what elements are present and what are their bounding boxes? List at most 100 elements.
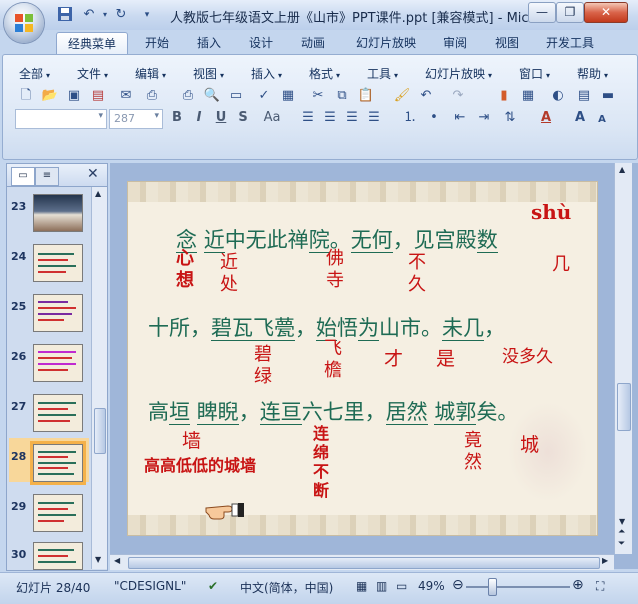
menu-tools[interactable]: 工具 ▾ — [367, 65, 398, 82]
tab-animation[interactable]: 动画 — [290, 32, 336, 54]
quick-print-icon[interactable]: ▭ — [227, 87, 245, 105]
save-icon[interactable] — [56, 6, 74, 24]
table-icon[interactable]: ▦ — [519, 87, 537, 105]
pane-scroll-thumb[interactable] — [94, 408, 106, 454]
scroll-down-icon[interactable]: ▼ — [95, 555, 101, 564]
language-status[interactable]: 中文(简体，中国) — [240, 579, 333, 596]
menu-slideshow[interactable]: 幻灯片放映 ▾ — [425, 65, 492, 82]
slide-thumbnail-29[interactable] — [33, 494, 83, 532]
undo-icon[interactable]: ↶ — [417, 87, 435, 105]
print-preview-icon[interactable]: 🔍 — [203, 87, 221, 105]
office-button[interactable] — [4, 3, 44, 43]
zoom-slider-track[interactable] — [466, 586, 570, 588]
slide-thumbnail-24[interactable] — [33, 244, 83, 282]
shrink-font-icon[interactable]: A — [593, 111, 611, 129]
tab-classic-menu[interactable]: 经典菜单 — [56, 32, 128, 55]
tab-design[interactable]: 设计 — [238, 32, 284, 54]
customize-quick-access-icon[interactable]: ▾ — [138, 6, 156, 24]
slide-thumbnail-28[interactable] — [33, 444, 83, 482]
pointing-hand-icon[interactable] — [204, 498, 246, 520]
zoom-out-icon[interactable]: ⊖ — [452, 577, 464, 593]
slide-thumbnail-25[interactable] — [33, 294, 83, 332]
slide-thumbnail-30[interactable] — [33, 542, 83, 570]
minimize-button[interactable]: — — [528, 2, 556, 23]
restore-button[interactable]: ❐ — [556, 2, 584, 23]
underline-button[interactable]: U — [213, 109, 229, 127]
slide-layout-icon[interactable]: ▬ — [599, 87, 617, 105]
justify-icon[interactable]: ☰ — [365, 109, 383, 127]
previous-slide-icon[interactable]: ⏶ — [618, 527, 625, 537]
print-icon[interactable]: ⎙ — [179, 87, 197, 105]
show-formatting-icon[interactable]: ▤ — [575, 87, 593, 105]
tab-developer[interactable]: 开发工具 — [538, 32, 602, 54]
grow-font-icon[interactable]: A — [571, 109, 589, 127]
scroll-left-icon[interactable]: ◀ — [114, 556, 120, 565]
slide-vertical-scrollbar[interactable]: ▲ ▼ ⏶ ⏷ — [614, 163, 632, 554]
slideshow-view-icon[interactable]: ▭ — [396, 579, 407, 593]
slide-sorter-icon[interactable]: ▥ — [376, 579, 387, 593]
email-icon[interactable]: ✉ — [117, 87, 135, 105]
slide-canvas[interactable]: shù 念 近中无此禅院。无何，见宫殿数 心 想 近 处 佛 寺 不 久 几 十… — [127, 181, 598, 536]
menu-window[interactable]: 窗口 ▾ — [519, 65, 550, 82]
menu-all[interactable]: 全部 ▾ — [19, 65, 50, 82]
tab-slideshow[interactable]: 幻灯片放映 — [346, 32, 426, 54]
decrease-indent-icon[interactable]: ⇤ — [451, 109, 469, 127]
tab-home[interactable]: 开始 — [134, 32, 180, 54]
outline-tab-icon[interactable]: ≡ — [35, 167, 59, 186]
vertical-scroll-thumb[interactable] — [617, 383, 631, 431]
normal-view-icon[interactable]: ▦ — [356, 579, 367, 593]
horizontal-scroll-thumb[interactable] — [128, 557, 600, 569]
change-case-button[interactable]: Aa — [259, 109, 285, 127]
increase-indent-icon[interactable]: ⇥ — [475, 109, 493, 127]
zoom-slider-knob[interactable] — [487, 578, 497, 596]
font-color-icon[interactable]: A — [537, 109, 555, 127]
bullets-icon[interactable]: • — [425, 109, 443, 127]
new-document-icon[interactable]: 🗋 — [17, 87, 35, 105]
font-name-combo[interactable]: ▾ — [15, 109, 107, 129]
publish-icon[interactable]: ⎙ — [143, 87, 161, 105]
scroll-right-icon[interactable]: ▶ — [602, 556, 608, 565]
next-slide-icon[interactable]: ⏷ — [618, 539, 625, 549]
scroll-up-icon[interactable]: ▲ — [619, 165, 625, 174]
close-pane-icon[interactable]: ✕ — [87, 166, 99, 182]
chart-icon[interactable]: ▮ — [495, 87, 513, 105]
menu-file[interactable]: 文件 ▾ — [77, 65, 108, 82]
slide-horizontal-scrollbar[interactable]: ◀ ▶ — [110, 554, 614, 570]
tab-view[interactable]: 视图 — [484, 32, 530, 54]
paste-icon[interactable]: 📋 — [357, 87, 375, 105]
tab-insert[interactable]: 插入 — [186, 32, 232, 54]
slides-tab-icon[interactable]: ▭ — [11, 167, 35, 186]
slide-thumbnail-26[interactable] — [33, 344, 83, 382]
color-grayscale-icon[interactable]: ◐ — [549, 87, 567, 105]
scroll-up-icon[interactable]: ▲ — [95, 189, 101, 198]
close-button[interactable]: ✕ — [584, 2, 628, 23]
italic-button[interactable]: I — [191, 109, 207, 127]
redo-icon[interactable]: ↷ — [449, 87, 467, 105]
text-direction-icon[interactable]: ⇅ — [501, 109, 519, 127]
cut-icon[interactable]: ✂ — [309, 87, 327, 105]
font-size-combo[interactable]: 287 ▾ — [109, 109, 163, 129]
menu-view[interactable]: 视图 ▾ — [193, 65, 224, 82]
menu-insert[interactable]: 插入 ▾ — [251, 65, 282, 82]
open-folder-icon[interactable]: 📂 — [41, 87, 59, 105]
align-right-icon[interactable]: ☰ — [343, 109, 361, 127]
permission-icon[interactable]: ▤ — [89, 87, 107, 105]
numbering-icon[interactable]: ⒈ — [401, 109, 419, 127]
redo-icon[interactable]: ↻ — [112, 6, 130, 24]
research-icon[interactable]: ▦ — [279, 87, 297, 105]
menu-help[interactable]: 帮助 ▾ — [577, 65, 608, 82]
tab-review[interactable]: 审阅 — [432, 32, 478, 54]
align-left-icon[interactable]: ☰ — [299, 109, 317, 127]
scroll-down-icon[interactable]: ▼ — [619, 517, 625, 526]
menu-edit[interactable]: 编辑 ▾ — [135, 65, 166, 82]
slide-thumbnail-27[interactable] — [33, 394, 83, 432]
save-icon[interactable]: ▣ — [65, 87, 83, 105]
shadow-button[interactable]: S — [235, 109, 251, 127]
zoom-in-icon[interactable]: ⊕ — [572, 577, 584, 593]
align-center-icon[interactable]: ☰ — [321, 109, 339, 127]
fit-to-window-icon[interactable]: ⛶ — [596, 579, 604, 594]
pane-scrollbar[interactable]: ▲ ▼ — [91, 187, 107, 569]
bold-button[interactable]: B — [169, 109, 185, 127]
spell-check-icon[interactable]: ✔ — [208, 579, 218, 593]
menu-format[interactable]: 格式 ▾ — [309, 65, 340, 82]
